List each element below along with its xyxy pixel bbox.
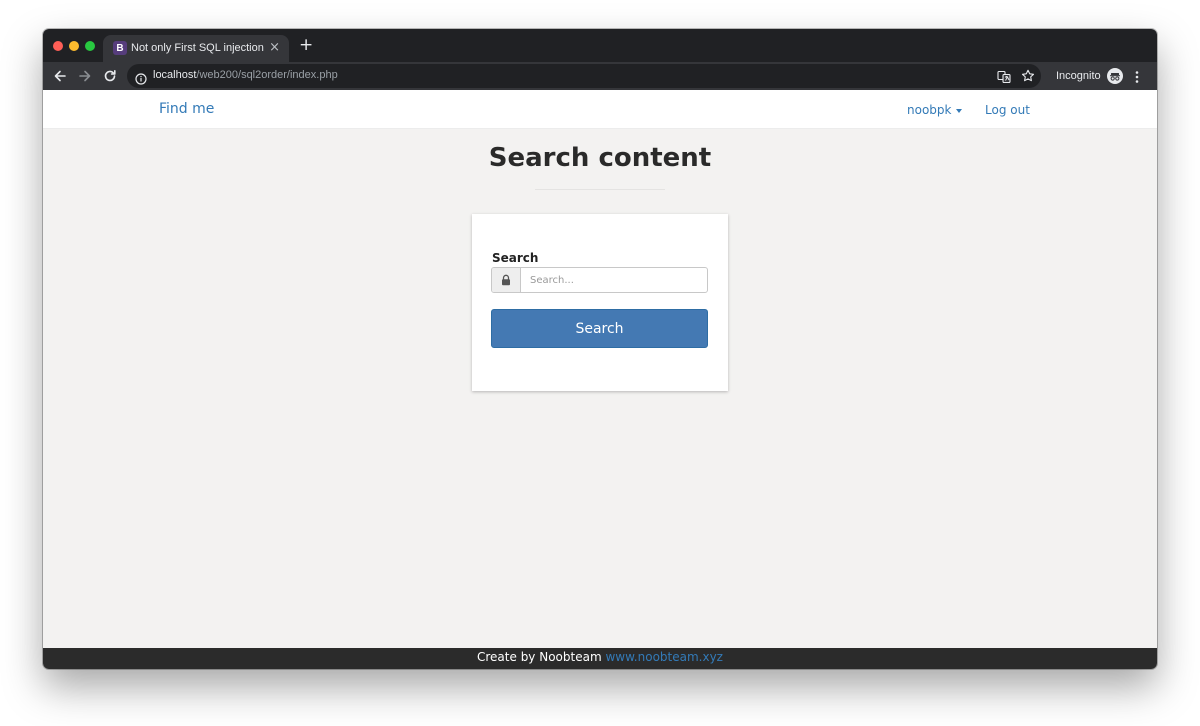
caret-down-icon (956, 108, 963, 113)
info-icon[interactable] (135, 70, 147, 89)
user-dropdown[interactable]: noobpk (907, 103, 963, 117)
browser-window: B Not only First SQL injection × + local… (43, 29, 1157, 669)
tab-strip: B Not only First SQL injection × + (43, 29, 1157, 62)
incognito-label: Incognito (1056, 70, 1101, 82)
browser-tab[interactable]: B Not only First SQL injection × (103, 35, 289, 62)
tab-title: Not only First SQL injection (131, 42, 264, 54)
search-card: Search Search (472, 214, 728, 391)
search-input-group (491, 267, 708, 293)
menu-dots-icon[interactable] (1134, 69, 1140, 88)
search-label: Search (492, 251, 539, 265)
title-divider (535, 189, 665, 190)
maximize-window-button[interactable] (85, 41, 95, 51)
close-window-button[interactable] (53, 41, 63, 51)
url-text[interactable]: localhost/web200/sql2order/index.php (153, 69, 338, 81)
page-content: Find me noobpk Log out Search content Se… (43, 90, 1157, 648)
forward-arrow-icon[interactable] (77, 68, 93, 84)
page-title: Search content (488, 143, 712, 173)
address-bar[interactable]: localhost/web200/sql2order/index.php (127, 64, 1041, 88)
user-name: noobpk (907, 103, 952, 117)
reload-icon[interactable] (102, 68, 118, 84)
lock-icon (492, 268, 521, 292)
brand-link[interactable]: Find me (159, 101, 214, 117)
footer-link[interactable]: www.noobteam.xyz (605, 650, 723, 664)
search-button[interactable]: Search (491, 309, 708, 348)
footer-text: Create by Noobteam (477, 650, 602, 664)
close-tab-icon[interactable]: × (269, 40, 280, 55)
browser-toolbar: localhost/web200/sql2order/index.php Inc… (43, 62, 1157, 90)
incognito-icon[interactable] (1107, 68, 1123, 88)
logout-link[interactable]: Log out (985, 103, 1030, 117)
new-tab-button[interactable]: + (299, 37, 313, 54)
search-input[interactable] (522, 268, 707, 292)
url-path: /web200/sql2order/index.php (196, 69, 338, 81)
url-host: localhost (153, 69, 197, 81)
minimize-window-button[interactable] (69, 41, 79, 51)
star-icon[interactable] (1021, 68, 1035, 87)
site-footer: Create by Noobteam www.noobteam.xyz (43, 648, 1157, 669)
translate-icon[interactable] (997, 69, 1011, 88)
site-navbar: Find me noobpk Log out (43, 90, 1157, 129)
bootstrap-favicon-icon: B (113, 41, 127, 55)
back-arrow-icon[interactable] (52, 68, 68, 84)
